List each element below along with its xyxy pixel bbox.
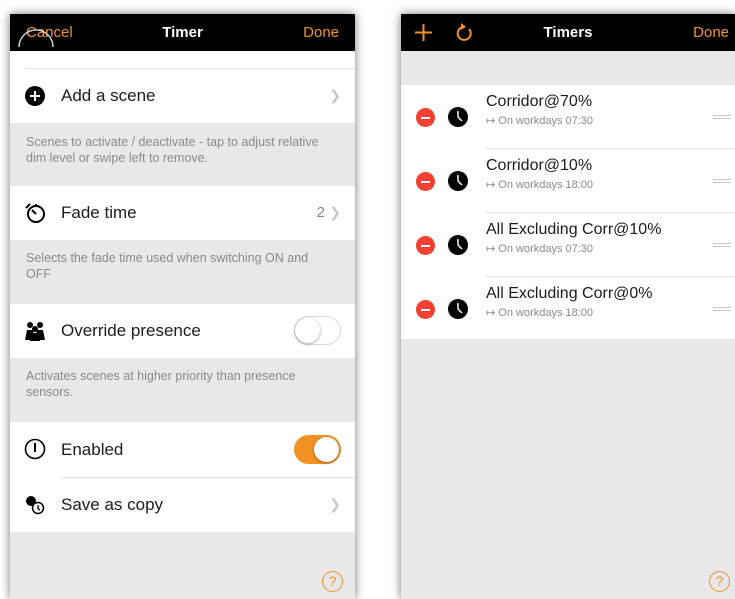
- reorder-handle-icon[interactable]: [713, 243, 731, 249]
- timer-schedule: ↦ On workdays 18:00: [486, 307, 594, 319]
- override-presence-row: Override presence: [10, 304, 355, 358]
- delete-button[interactable]: [416, 300, 435, 319]
- done-button[interactable]: Done: [303, 14, 339, 51]
- override-presence-label: Override presence: [61, 321, 201, 340]
- fade-time-row[interactable]: Fade time 2 ❯: [10, 186, 355, 240]
- timers-list-screen: Timers Done Corridor@70% ↦ On workdays 0…: [401, 14, 735, 599]
- timer-edit-screen: Cancel Timer Done Add a scene ❯ Scenes t…: [10, 14, 355, 599]
- fade-help-text: Selects the fade time used when switchin…: [26, 251, 309, 281]
- enabled-row: Enabled: [10, 422, 355, 477]
- add-scene-label: Add a scene: [61, 86, 156, 105]
- scene-item-partial[interactable]: [10, 29, 355, 69]
- chevron-right-icon: ❯: [329, 204, 341, 220]
- clock-icon: [448, 235, 468, 255]
- timer-schedule: ↦ On workdays 07:30: [486, 243, 594, 255]
- plus-circle-icon: [25, 86, 45, 106]
- people-icon: [25, 322, 45, 341]
- fade-time-label: Fade time: [61, 203, 137, 222]
- add-scene-row[interactable]: Add a scene ❯: [10, 69, 355, 123]
- scene-help-text: Scenes to activate / deactivate - tap to…: [26, 135, 319, 165]
- timer-icon: [25, 203, 45, 223]
- clock-icon: [448, 171, 468, 191]
- override-help-text: Activates scenes at higher priority than…: [26, 369, 296, 399]
- help-button[interactable]: ?: [322, 571, 343, 592]
- copy-icon: [26, 496, 45, 515]
- timer-name: Corridor@70%: [486, 93, 593, 110]
- clock-icon: [448, 299, 468, 319]
- delete-button[interactable]: [416, 172, 435, 191]
- done-button[interactable]: Done: [693, 14, 729, 51]
- info-circle-icon: [24, 438, 46, 460]
- reorder-handle-icon[interactable]: [713, 179, 731, 185]
- save-as-copy-label: Save as copy: [61, 495, 164, 514]
- help-button[interactable]: ?: [709, 571, 730, 592]
- timer-row[interactable]: Corridor@70% ↦ On workdays 07:30: [401, 85, 735, 149]
- save-as-copy-row[interactable]: Save as copy ❯: [10, 478, 355, 532]
- timer-name: All Excluding Corr@0%: [486, 285, 653, 302]
- enabled-toggle[interactable]: [294, 435, 341, 464]
- clock-icon: [448, 107, 468, 127]
- timer-row[interactable]: All Excluding Corr@0% ↦ On workdays 18:0…: [401, 277, 735, 341]
- toggle-knob: [295, 318, 320, 343]
- page-title: Timers: [543, 24, 593, 41]
- timer-name: All Excluding Corr@10%: [486, 221, 662, 238]
- enabled-label: Enabled: [61, 440, 124, 459]
- chevron-right-icon: ❯: [329, 496, 341, 512]
- nav-bar: Cancel Timer Done: [10, 14, 355, 51]
- toggle-knob: [314, 437, 339, 462]
- delete-button[interactable]: [416, 108, 435, 127]
- chevron-right-icon: ❯: [329, 87, 341, 103]
- fade-time-value: 2: [316, 204, 325, 221]
- reorder-handle-icon[interactable]: [713, 307, 731, 313]
- timer-name: Corridor@10%: [486, 157, 593, 174]
- timer-row[interactable]: Corridor@10% ↦ On workdays 18:00: [401, 149, 735, 213]
- nav-bar: Timers Done: [401, 14, 735, 51]
- override-presence-toggle[interactable]: [294, 316, 341, 345]
- settings-group: Enabled Save as copy ❯: [10, 422, 355, 532]
- scene-icon: [18, 29, 54, 47]
- timer-row[interactable]: All Excluding Corr@10% ↦ On workdays 07:…: [401, 213, 735, 277]
- timer-schedule: ↦ On workdays 18:00: [486, 179, 594, 191]
- reorder-handle-icon[interactable]: [713, 115, 731, 121]
- timer-schedule: ↦ On workdays 07:30: [486, 115, 594, 127]
- delete-button[interactable]: [416, 236, 435, 255]
- timers-list: Corridor@70% ↦ On workdays 07:30 Corrido…: [401, 85, 735, 339]
